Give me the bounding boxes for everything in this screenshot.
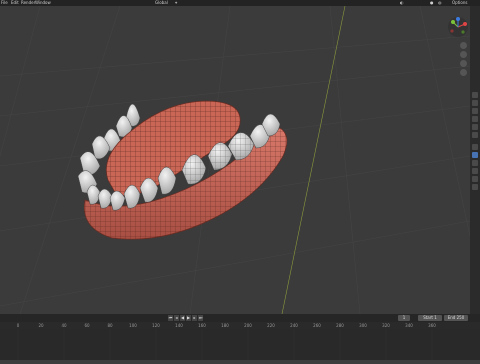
timeline-header: ⏮ ◂ ◀ ▶ ▸ ⏭ 1 Start 1 End 250 [0,314,480,322]
tick-label: 280 [336,323,344,328]
grid-icon[interactable] [460,69,467,76]
tick-label: 320 [382,323,390,328]
scene-icon[interactable] [472,124,478,130]
tick-label: 200 [244,323,252,328]
view-icon[interactable] [472,116,478,122]
tick-label: 100 [129,323,137,328]
tick-label: 20 [38,323,44,328]
start-label: Start [423,315,433,320]
current-frame-field[interactable]: 1 [398,315,410,321]
timeline-editor: ⏮ ◂ ◀ ▶ ▸ ⏭ 1 Start 1 End 250 0 20 40 60… [0,314,480,360]
jump-start-icon[interactable]: ⏮ [168,315,173,321]
start-value: 1 [434,315,437,320]
tick-label: 60 [84,323,90,328]
tick-label: 40 [61,323,67,328]
render-icon[interactable] [472,100,478,106]
tick-label: 240 [290,323,298,328]
hand-icon[interactable] [460,51,467,58]
end-label: End [447,315,456,320]
properties-tabs [470,6,480,314]
constraint-icon[interactable] [472,168,478,174]
tick-label: 340 [405,323,413,328]
end-value: 250 [456,315,465,320]
modifier-icon[interactable] [472,152,478,158]
data-icon[interactable] [472,176,478,182]
material-icon[interactable] [472,184,478,190]
3d-viewport[interactable] [0,6,470,314]
tick-label: 260 [313,323,321,328]
tick-label: 180 [221,323,229,328]
navigation-gizmo [448,17,468,37]
tick-label: 0 [16,323,20,328]
object-icon[interactable] [472,144,478,150]
camera-icon[interactable] [460,60,467,67]
play-icon[interactable]: ▶ [186,315,191,321]
tick-label: 360 [428,323,436,328]
y-axis-line [281,6,346,314]
jump-keyframe-back-icon[interactable]: ◂ [174,315,179,321]
jump-end-icon[interactable]: ⏭ [198,315,203,321]
physics-icon[interactable] [472,160,478,166]
output-icon[interactable] [472,108,478,114]
start-frame-field[interactable]: Start 1 [418,315,442,321]
timeline-ruler[interactable]: 0 20 40 60 80 100 120 140 160 180 200 22… [0,322,480,329]
tool-icon[interactable] [472,92,478,98]
zoom-icon[interactable] [460,42,467,49]
timeline-body[interactable] [0,329,480,360]
tick-label: 160 [198,323,206,328]
jump-keyframe-forward-icon[interactable]: ▸ [192,315,197,321]
tick-label: 220 [267,323,275,328]
end-frame-field[interactable]: End 250 [444,315,468,321]
tick-label: 120 [152,323,160,328]
tick-label: 300 [359,323,367,328]
tick-label: 140 [175,323,183,328]
play-reverse-icon[interactable]: ◀ [180,315,185,321]
world-icon[interactable] [472,132,478,138]
tick-label: 80 [107,323,113,328]
